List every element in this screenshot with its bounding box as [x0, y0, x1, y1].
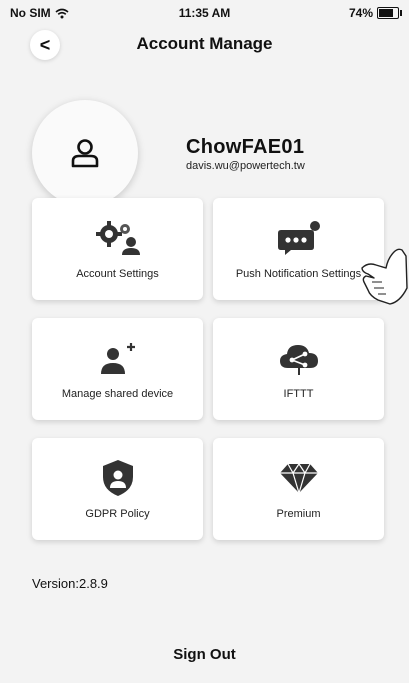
user-email: davis.wu@powertech.tw: [186, 160, 305, 172]
page-title: Account Manage: [136, 34, 273, 53]
shield-user-icon: [100, 458, 136, 498]
card-label: Push Notification Settings: [235, 268, 362, 280]
status-right: 74%: [348, 6, 402, 20]
manage-shared-device-button[interactable]: Manage shared device: [32, 318, 203, 420]
premium-button[interactable]: Premium: [213, 438, 384, 540]
cloud-share-icon: [278, 338, 320, 378]
push-notification-settings-button[interactable]: Push Notification Settings: [213, 198, 384, 300]
nav-bar: < Account Manage: [0, 28, 409, 62]
chat-notification-icon: [277, 218, 321, 258]
status-bar: No SIM 11:35 AM 74%: [0, 0, 409, 26]
gdpr-policy-button[interactable]: GDPR Policy: [32, 438, 203, 540]
diamond-icon: [279, 458, 319, 498]
ifttt-button[interactable]: IFTTT: [213, 318, 384, 420]
app-version: Version:2.8.9: [32, 576, 108, 591]
clock: 11:35 AM: [178, 6, 231, 20]
account-settings-button[interactable]: Account Settings: [32, 198, 203, 300]
battery-percent: 74%: [348, 6, 373, 20]
card-label: GDPR Policy: [85, 508, 150, 520]
add-user-icon: [98, 338, 138, 378]
settings-gears-user-icon: [95, 218, 141, 258]
battery-icon: [377, 7, 402, 19]
username: ChowFAE01: [186, 136, 305, 158]
avatar[interactable]: [32, 100, 138, 206]
card-label: Account Settings: [76, 268, 159, 280]
user-icon: [71, 139, 99, 168]
sign-out-button[interactable]: Sign Out: [0, 646, 409, 663]
card-label: IFTTT: [283, 388, 314, 400]
card-label: Premium: [276, 508, 321, 520]
card-label: Manage shared device: [61, 388, 174, 400]
pointing-hand-icon: [361, 248, 408, 305]
